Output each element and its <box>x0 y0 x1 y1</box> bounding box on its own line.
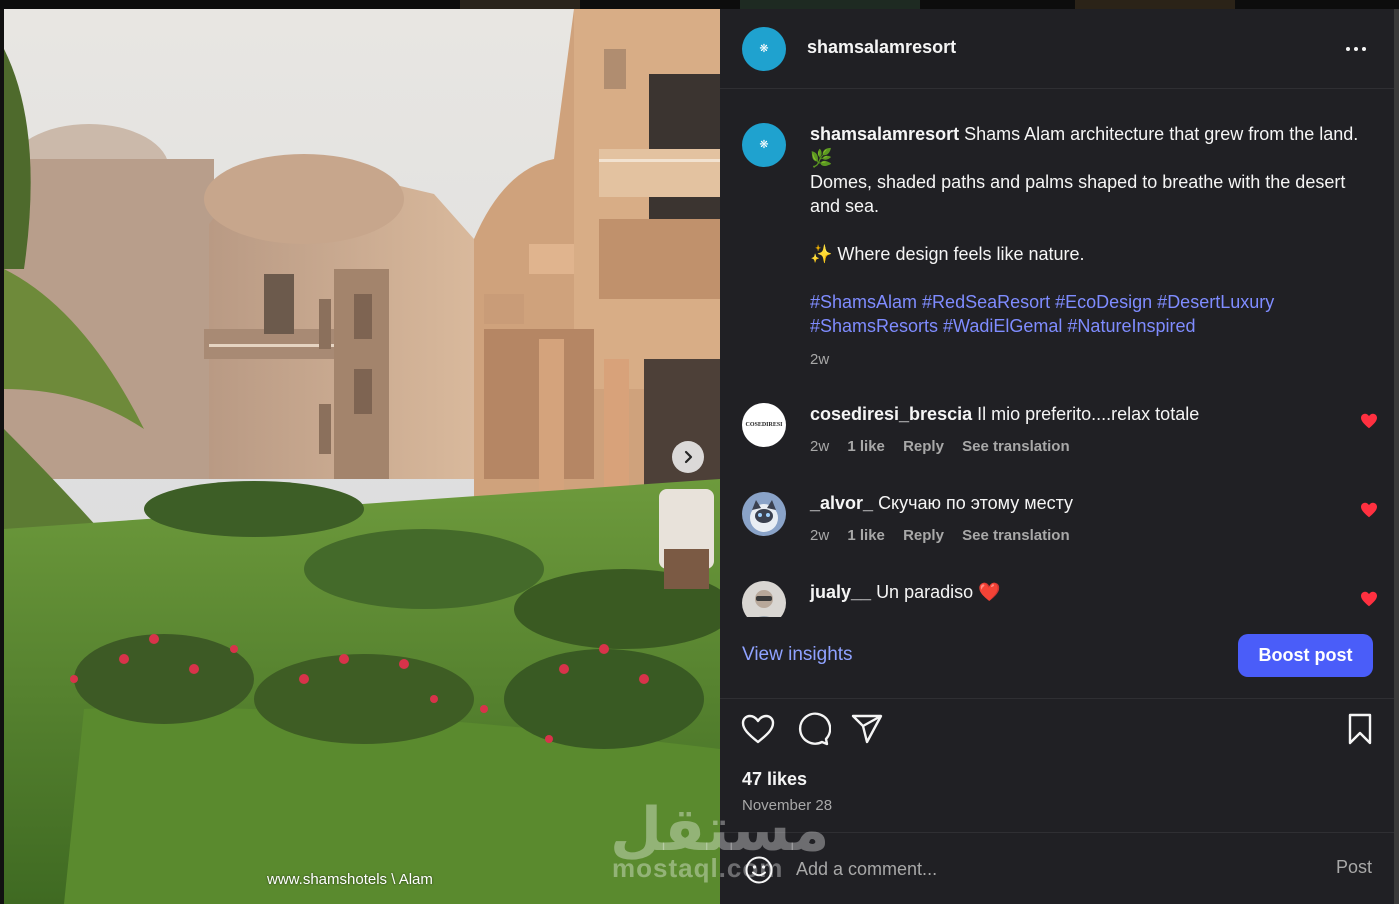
commenter-avatar[interactable] <box>742 492 786 536</box>
backdrop-right <box>1394 9 1399 904</box>
comment-row: COSEDIRESI cosediresi_brescia Il mio pre… <box>720 403 1394 473</box>
comment-time[interactable]: 2w <box>810 438 829 455</box>
commenter-avatar[interactable] <box>742 581 786 617</box>
header-username[interactable]: shamsalamresort <box>807 37 956 58</box>
comment-time[interactable]: 2w <box>810 527 829 544</box>
comment-likes[interactable]: 1 like <box>847 438 885 455</box>
cat-avatar-image <box>742 492 786 536</box>
bookmark-save-icon[interactable] <box>1342 711 1378 747</box>
sun-logo-icon: ❋ <box>759 139 769 151</box>
reply-button[interactable]: Reply <box>903 527 944 544</box>
comment-text: Il mio preferito....relax totale <box>977 404 1200 424</box>
boost-post-button[interactable]: Boost post <box>1238 634 1373 677</box>
liked-heart-icon[interactable] <box>1360 413 1378 429</box>
comment-username[interactable]: _alvor_ <box>810 493 873 513</box>
photo-watermark-caption: www.shamshotels \ Alam <box>267 871 433 888</box>
comment-row: _alvor_ Скучаю по этому месту 2w 1 like … <box>720 492 1394 562</box>
comment-username[interactable]: jualy__ <box>810 582 871 602</box>
red-heart-emoji: ❤️ <box>978 582 1001 602</box>
profile-avatar[interactable]: ❋ <box>742 27 786 71</box>
comment-row: jualy__ Un paradiso ❤️ <box>720 581 1394 617</box>
post-photo: www.shamshotels \ Alam <box>4 9 720 904</box>
divider <box>720 698 1394 699</box>
person-avatar-image <box>742 581 786 617</box>
caption-line-1: Shams Alam architecture that grew from t… <box>964 124 1359 144</box>
liked-heart-icon[interactable] <box>1360 591 1378 607</box>
share-send-icon[interactable] <box>849 711 885 747</box>
sparkles-emoji: ✨ <box>810 244 833 264</box>
browser-top-strip <box>0 0 1399 9</box>
post-comment-button[interactable]: Post <box>1336 857 1372 878</box>
resort-photo-illustration <box>4 9 720 904</box>
more-horizontal-icon <box>1346 47 1350 51</box>
comment-text: Скучаю по этому месту <box>878 493 1074 513</box>
comment-username[interactable]: cosediresi_brescia <box>810 404 972 424</box>
caption-username[interactable]: shamsalamresort <box>810 124 959 144</box>
caption-line-3: Where design feels like nature. <box>832 244 1085 264</box>
hashtags-line-2[interactable]: #ShamsResorts #WadiElGemal #NatureInspir… <box>810 314 1380 338</box>
more-options-button[interactable] <box>1342 37 1370 61</box>
view-insights-link[interactable]: View insights <box>742 644 853 666</box>
caption-time[interactable]: 2w <box>810 351 829 368</box>
caption-avatar[interactable]: ❋ <box>742 123 786 167</box>
mostaql-watermark-latin: mostaql.com <box>612 853 784 883</box>
reply-button[interactable]: Reply <box>903 438 944 455</box>
comment-likes[interactable]: 1 like <box>847 527 885 544</box>
post-header: ❋ shamsalamresort <box>720 9 1394 89</box>
sun-logo-icon: ❋ <box>759 43 769 55</box>
liked-heart-icon[interactable] <box>1360 502 1378 518</box>
add-comment-input[interactable] <box>796 854 1296 884</box>
see-translation-button[interactable]: See translation <box>962 438 1070 455</box>
next-image-button[interactable] <box>672 441 704 473</box>
comment-text: Un paradiso <box>876 582 974 602</box>
likes-count[interactable]: 47 likes <box>742 769 807 790</box>
leaf-emoji: 🌿 <box>810 148 833 168</box>
comments-section[interactable]: ❋ shamsalamresort Shams Alam architectur… <box>720 89 1394 617</box>
commenter-avatar[interactable]: COSEDIRESI <box>742 403 786 447</box>
chevron-right-icon <box>684 450 693 464</box>
comment-bubble-icon[interactable] <box>795 711 831 747</box>
see-translation-button[interactable]: See translation <box>962 527 1070 544</box>
hashtags-line-1[interactable]: #ShamsAlam #RedSeaResort #EcoDesign #Des… <box>810 290 1380 314</box>
post-side-panel: ❋ shamsalamresort ❋ shamsalamresort Sham… <box>720 9 1394 904</box>
caption-line-2: Domes, shaded paths and palms shaped to … <box>810 172 1346 216</box>
post-caption: shamsalamresort Shams Alam architecture … <box>810 122 1380 338</box>
like-heart-icon[interactable] <box>740 711 776 747</box>
